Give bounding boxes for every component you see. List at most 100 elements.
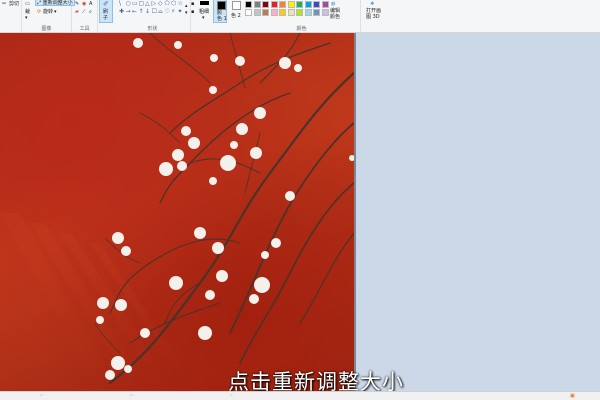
image-group: ▭ 裁 ▾ ⤢ 重新调整大小 ⟳ 旋转 ▾ 图像 — [22, 0, 75, 33]
cut-button[interactable]: 剪切 — [9, 1, 19, 7]
palette-swatch[interactable] — [313, 9, 320, 16]
status-image-size: ◦ — [230, 393, 233, 399]
color-picker-icon[interactable]: ⟋ — [82, 9, 86, 15]
status-cursor-position: ◦ — [40, 393, 43, 399]
image-group-label: 图像 — [41, 26, 52, 32]
color1-button[interactable]: 颜 色 1 — [213, 0, 227, 23]
colors-group: ◍ 编辑 颜色 颜色 — [243, 0, 361, 33]
blossoms — [96, 38, 354, 380]
brush-icon: ✐ — [103, 0, 109, 8]
palette-swatch[interactable] — [262, 1, 269, 8]
shape-option[interactable]: ⬠ — [165, 1, 170, 7]
paint3d-sub-label: 图 3D — [366, 14, 380, 20]
shape-option[interactable]: ☆ — [178, 1, 183, 7]
shapes-group-label: 形状 — [147, 26, 158, 32]
paint3d-group: ❖ 打开画 图 3D — [361, 0, 391, 33]
palette-swatch[interactable] — [321, 1, 329, 8]
brushes-group: ✐ 刷 子 — [98, 0, 115, 33]
palette-swatch[interactable] — [279, 9, 286, 16]
shape-option[interactable]: ⬡ — [171, 1, 176, 7]
palette-swatch[interactable] — [287, 9, 295, 16]
tools-group: ✎ ◉ A ▰ ⟋ ⌕ 工具 — [72, 0, 98, 33]
brushes-button[interactable]: ✐ 刷 子 — [99, 0, 113, 23]
rotate-button[interactable]: 旋转 — [43, 9, 53, 15]
fill-icon[interactable]: ◉ — [82, 1, 86, 7]
magnifier-icon[interactable]: ⌕ — [89, 9, 92, 15]
clipboard-group: ✂ 剪切 — [0, 0, 22, 33]
palette-swatch[interactable] — [253, 9, 261, 16]
shape-option[interactable]: \ — [119, 1, 121, 7]
ribbon: ✂ 剪切 ▭ 裁 ▾ ⤢ 重新调整大小 ⟳ 旋转 ▾ 图像 ✎ ◉ A ▰ ⟋ … — [0, 0, 600, 33]
palette-swatch[interactable] — [245, 1, 252, 8]
tools-group-label: 工具 — [79, 26, 90, 32]
palette-swatch[interactable] — [270, 1, 278, 8]
palette-swatch[interactable] — [262, 9, 269, 16]
palette-swatch[interactable] — [304, 9, 312, 16]
color2-group: 色 2 — [229, 0, 243, 33]
fill-style-icon[interactable]: ▪ — [191, 9, 194, 15]
shape-option[interactable]: ▢ — [139, 1, 145, 7]
palette-swatch[interactable] — [296, 9, 303, 16]
palette-swatch[interactable] — [296, 1, 303, 8]
color-palette — [245, 0, 331, 22]
colors-group-label: 颜色 — [296, 26, 307, 32]
status-selection-size: ◦ — [130, 393, 133, 399]
shape-option[interactable]: ▷ — [152, 1, 157, 7]
color2-swatch[interactable] — [232, 1, 241, 10]
shape-option[interactable]: ⌓ — [158, 9, 163, 15]
size-group: 粗细 ▾ — [197, 0, 212, 33]
crop-icon[interactable]: ▭ — [25, 1, 30, 7]
color1-swatch — [217, 1, 226, 10]
brush-sub-label: 子 — [103, 15, 109, 21]
eraser-icon[interactable]: ▰ — [75, 9, 79, 15]
shape-option[interactable]: ↓ — [145, 9, 150, 15]
canvas-resize-edge[interactable] — [354, 33, 356, 391]
color1-sub-label: 色 1 — [217, 16, 227, 22]
color2-label[interactable]: 色 2 — [231, 13, 241, 19]
shape-option[interactable]: → — [126, 9, 131, 15]
size-icon[interactable] — [200, 1, 209, 5]
shape-option[interactable]: ✚ — [119, 9, 124, 15]
shapes-group: \ ○ ▭ ▢ △ ▷ ◇ ⬠ ⬡ ☆ ✚ → ← ↑ ↓ ☐ ⌓ ♡ ⚡ ✦ ▴ ▾ 形状 — [115, 0, 191, 33]
palette-swatch[interactable] — [270, 9, 278, 16]
rotate-dropdown-icon[interactable]: ▾ — [54, 9, 57, 15]
palette-swatch[interactable] — [321, 9, 329, 16]
resize-label: 重新调整大小 — [42, 0, 73, 6]
edit-colors-icon[interactable]: ◍ — [331, 1, 335, 7]
pencil-icon[interactable]: ✎ — [75, 1, 79, 7]
cut-icon[interactable]: ✂ — [2, 1, 6, 7]
palette-swatch[interactable] — [313, 1, 320, 8]
canvas[interactable] — [0, 33, 354, 391]
resize-button[interactable]: ⤢ 重新调整大小 — [35, 0, 75, 6]
shape-option[interactable]: ↑ — [139, 9, 144, 15]
shape-option[interactable]: ◇ — [158, 1, 163, 7]
canvas-image — [0, 33, 354, 391]
shapes-scroll-up-icon[interactable]: ▴ — [185, 3, 188, 9]
palette-swatch[interactable] — [253, 1, 261, 8]
shape-option[interactable]: ⚡ — [171, 9, 175, 15]
palette-swatch[interactable] — [245, 9, 252, 16]
shape-option[interactable]: ○ — [126, 1, 131, 7]
resize-icon: ⤢ — [37, 0, 42, 6]
edit-colors-sub-label: 颜色 — [330, 14, 341, 20]
shape-option[interactable]: ♡ — [165, 9, 170, 15]
palette-swatch[interactable] — [304, 1, 312, 8]
palette-swatch[interactable] — [279, 1, 286, 8]
rotate-icon[interactable]: ⟳ — [37, 9, 41, 15]
color1-group: 颜 色 1 — [212, 0, 229, 33]
paint3d-icon[interactable]: ❖ — [370, 1, 374, 7]
status-bar: ◦ ◦ ◦ ▣ — [0, 391, 600, 400]
zoom-icon[interactable]: ▣ — [570, 393, 575, 399]
shape-option[interactable]: △ — [145, 1, 150, 7]
shape-option[interactable]: ✦ — [178, 9, 183, 15]
shapes-gallery[interactable]: \ ○ ▭ ▢ △ ▷ ◇ ⬠ ⬡ ☆ ✚ → ← ↑ ↓ ☐ ⌓ ♡ ⚡ ✦ — [119, 0, 183, 22]
crop-dropdown-icon[interactable]: ▾ — [25, 15, 28, 21]
shape-option[interactable]: ☐ — [152, 9, 157, 15]
shape-option[interactable]: ← — [132, 9, 137, 15]
outline-icon[interactable]: ▪ — [191, 1, 194, 7]
shape-option[interactable]: ▭ — [132, 1, 138, 7]
shapes-more-icon[interactable]: ▾ — [185, 10, 188, 16]
palette-swatch[interactable] — [287, 1, 295, 8]
text-icon[interactable]: A — [89, 1, 92, 7]
size-dropdown-icon[interactable]: ▾ — [202, 15, 205, 21]
